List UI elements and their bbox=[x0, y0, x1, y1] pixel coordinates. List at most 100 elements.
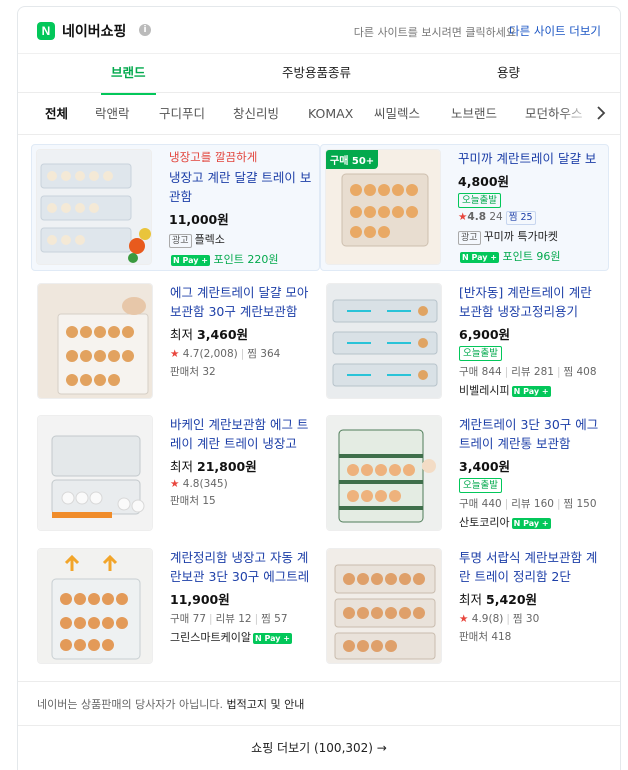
seller-count[interactable]: 판매처 418 bbox=[459, 629, 605, 644]
chip-brand[interactable]: 씨밀렉스 bbox=[374, 93, 420, 134]
chip-brand[interactable]: 노브랜드 bbox=[451, 93, 497, 134]
product-image[interactable] bbox=[37, 548, 153, 664]
rating-row: ★ 4.8(345) bbox=[170, 478, 228, 490]
points: 포인트 96원 bbox=[502, 250, 561, 263]
product-image[interactable] bbox=[326, 283, 442, 399]
product-price: 최저 5,420원 bbox=[459, 592, 538, 607]
product-item[interactable]: [반자동] 계란트레이 계란 보관함 냉장고정리용기 6,900원 오늘출발 구… bbox=[326, 283, 615, 413]
chip-brand[interactable]: 락앤락 bbox=[95, 93, 130, 134]
product-info: 냉장고를 깔끔하게 냉장고 계란 달걀 트레이 보관함 11,000원 광고 플렉… bbox=[169, 149, 315, 267]
seller-row: 광고 플렉소 bbox=[169, 231, 315, 248]
rating-row: ★4.8 24 찜 25 bbox=[458, 211, 604, 225]
ad-badge[interactable]: 광고 bbox=[458, 231, 481, 245]
other-sites-hint: 다른 사이트를 보시려면 클릭하세요 bbox=[353, 26, 516, 39]
product-image[interactable] bbox=[326, 415, 442, 531]
star-icon: ★ bbox=[170, 478, 180, 490]
product-info: 꾸미까 계란트레이 달걀 보관함 4,800원 오늘출발 ★4.8 24찜 25… bbox=[458, 149, 604, 264]
points-row: N Pay + 포인트 220원 bbox=[169, 251, 315, 267]
chip-brand[interactable]: 창신리빙 bbox=[233, 93, 279, 134]
seller-count[interactable]: 판매처 15 bbox=[170, 493, 316, 508]
star-icon: ★ bbox=[459, 613, 469, 625]
more-sites-link[interactable]: 다른 사이트 더보기 bbox=[509, 23, 601, 39]
ad-badge[interactable]: 광고 bbox=[169, 234, 192, 248]
product-item[interactable]: 투명 서랍식 계란보관함 계란 트레이 정리함 2단 최저 5,420원 ★ 4… bbox=[326, 548, 615, 678]
seller-name[interactable]: 꾸미까 특가마켓 bbox=[484, 230, 558, 243]
product-title[interactable]: [반자동] 계란트레이 계란 보관함 냉장고정리용기 bbox=[459, 283, 605, 321]
purchase-badge: 구매 50+ bbox=[326, 150, 379, 169]
npay-icon: N Pay + bbox=[511, 385, 551, 397]
seller-name[interactable]: 그린스마트케이알 bbox=[170, 631, 251, 644]
seller-name[interactable]: 비벨레시피 bbox=[459, 384, 510, 397]
more-shopping-button[interactable]: 쇼핑 더보기 (100,302) → bbox=[18, 725, 620, 770]
product-info: 계란정리함 냉장고 자동 계란보관 3단 30구 에그트레이 11,900원 구… bbox=[170, 548, 316, 645]
product-price: 최저 21,800원 bbox=[170, 459, 257, 474]
card-title[interactable]: 네이버쇼핑 bbox=[62, 21, 126, 41]
star-icon: ★ bbox=[458, 211, 468, 223]
promo-text: 냉장고를 깔끔하게 bbox=[169, 150, 258, 164]
stats-row: 구매 844 | 리뷰 281 | 찜 408 bbox=[459, 366, 597, 378]
product-item[interactable]: 구매 50+ 꾸미까 계란트레이 달걀 보관함 4,800원 오늘출발 ★4.8… bbox=[320, 144, 609, 271]
tab-brand[interactable]: 브랜드 bbox=[101, 54, 155, 95]
product-item[interactable]: 계란정리함 냉장고 자동 계란보관 3단 30구 에그트레이 11,900원 구… bbox=[37, 548, 326, 678]
card-header: N 네이버쇼핑 i 다른 사이트를 보시려면 클릭하세요 다른 사이트 더보기 bbox=[18, 7, 620, 53]
rating-row: ★ 4.7(2,008) | 찜 364 bbox=[170, 348, 281, 360]
product-price: 4,800원 bbox=[458, 174, 510, 189]
product-title[interactable]: 꾸미까 계란트레이 달걀 보관함 bbox=[458, 149, 604, 168]
zzim-badge[interactable]: 찜 25 bbox=[505, 211, 536, 225]
seller-count[interactable]: 판매처 32 bbox=[170, 364, 316, 379]
info-icon[interactable]: i bbox=[139, 24, 151, 36]
naver-logo-icon: N bbox=[37, 22, 55, 40]
disclaimer: 네이버는 상품판매의 당사자가 아닙니다. 법적고지 및 안내 bbox=[37, 698, 305, 711]
npay-icon: N Pay + bbox=[171, 254, 210, 266]
chip-brand[interactable]: KOMAX bbox=[308, 93, 353, 134]
seller-row: 산토코리아 N Pay + bbox=[459, 514, 605, 530]
footer-notice: 네이버는 상품판매의 당사자가 아닙니다. 법적고지 및 안내 bbox=[18, 681, 620, 725]
today-ship-badge: 오늘출발 bbox=[458, 193, 501, 208]
brand-chips: 전체 락앤락 구디푸디 창신리빙 KOMAX 씨밀렉스 노브랜드 모던하우스 bbox=[18, 93, 620, 135]
product-price: 11,000원 bbox=[169, 212, 229, 227]
chip-all[interactable]: 전체 bbox=[45, 93, 68, 134]
product-image[interactable] bbox=[37, 283, 153, 399]
points-row: N Pay + 포인트 96원 bbox=[458, 248, 604, 264]
points: 포인트 220원 bbox=[213, 253, 279, 266]
product-price: 3,400원 bbox=[459, 459, 511, 474]
product-info: 계란트레이 3단 30구 에그트레이 계란통 보관함 3,400원 오늘출발 구… bbox=[459, 415, 605, 530]
product-item[interactable]: 바케인 계란보관함 에그 트레이 계란 트레이 냉장고 최저 21,800원 ★… bbox=[37, 415, 326, 545]
npay-icon: N Pay + bbox=[252, 632, 292, 644]
product-title[interactable]: 냉장고 계란 달걀 트레이 보관함 bbox=[169, 168, 315, 206]
today-ship-badge: 오늘출발 bbox=[459, 346, 502, 361]
product-item[interactable]: 에그 계란트레이 달걀 모아 보관함 30구 계란보관함 최저 3,460원 ★… bbox=[37, 283, 326, 413]
product-title[interactable]: 바케인 계란보관함 에그 트레이 계란 트레이 냉장고 bbox=[170, 415, 316, 453]
product-info: [반자동] 계란트레이 계란 보관함 냉장고정리용기 6,900원 오늘출발 구… bbox=[459, 283, 605, 398]
product-price: 6,900원 bbox=[459, 327, 511, 342]
chips-fade bbox=[560, 93, 620, 134]
product-info: 에그 계란트레이 달걀 모아 보관함 30구 계란보관함 최저 3,460원 ★… bbox=[170, 283, 316, 379]
stats-row: 구매 440 | 리뷰 160 | 찜 150 bbox=[459, 498, 597, 510]
tab-capacity[interactable]: 용량 bbox=[497, 54, 520, 94]
legal-link[interactable]: 법적고지 및 안내 bbox=[227, 698, 305, 711]
product-title[interactable]: 에그 계란트레이 달걀 모아 보관함 30구 계란보관함 bbox=[170, 283, 316, 321]
tab-kitchen-type[interactable]: 주방용품종류 bbox=[282, 54, 351, 94]
star-icon: ★ bbox=[170, 348, 180, 360]
npay-icon: N Pay + bbox=[511, 517, 551, 529]
filter-tabs: 브랜드 주방용품종류 용량 bbox=[18, 53, 620, 95]
product-image[interactable] bbox=[36, 149, 152, 265]
product-price: 11,900원 bbox=[170, 592, 230, 607]
npay-icon: N Pay + bbox=[460, 251, 499, 263]
shopping-card: N 네이버쇼핑 i 다른 사이트를 보시려면 클릭하세요 다른 사이트 더보기 … bbox=[17, 6, 621, 770]
seller-name[interactable]: 플렉소 bbox=[195, 233, 225, 246]
seller-name[interactable]: 산토코리아 bbox=[459, 516, 510, 529]
product-image[interactable] bbox=[37, 415, 153, 531]
product-item[interactable]: 냉장고를 깔끔하게 냉장고 계란 달걀 트레이 보관함 11,000원 광고 플렉… bbox=[31, 144, 320, 271]
product-image[interactable]: 구매 50+ bbox=[325, 149, 441, 265]
product-image[interactable] bbox=[326, 548, 442, 664]
product-title[interactable]: 계란트레이 3단 30구 에그트레이 계란통 보관함 bbox=[459, 415, 605, 453]
product-title[interactable]: 투명 서랍식 계란보관함 계란 트레이 정리함 2단 bbox=[459, 548, 605, 586]
chevron-right-icon[interactable] bbox=[596, 106, 606, 124]
product-item[interactable]: 계란트레이 3단 30구 에그트레이 계란통 보관함 3,400원 오늘출발 구… bbox=[326, 415, 615, 545]
product-price: 최저 3,460원 bbox=[170, 327, 249, 342]
seller-row: 그린스마트케이알 N Pay + bbox=[170, 629, 316, 645]
chip-brand[interactable]: 구디푸디 bbox=[159, 93, 205, 134]
product-title[interactable]: 계란정리함 냉장고 자동 계란보관 3단 30구 에그트레이 bbox=[170, 548, 316, 586]
today-ship-badge: 오늘출발 bbox=[459, 478, 502, 493]
